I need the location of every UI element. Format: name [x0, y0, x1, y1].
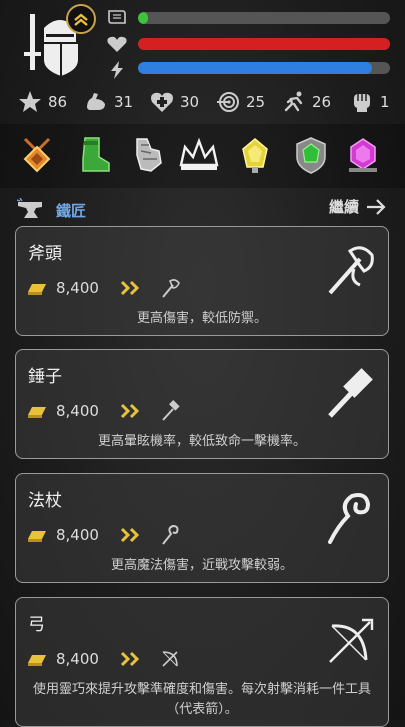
- continue-button[interactable]: 繼續: [329, 196, 387, 217]
- yellow-gem-slot[interactable]: [232, 132, 278, 178]
- item-card-staff[interactable]: 法杖 8,400 更高魔法傷害，近戰攻擊較弱。: [15, 473, 389, 583]
- strength-icon: [87, 93, 105, 110]
- gauntlet-icon: [136, 138, 162, 172]
- stat-value: 25: [246, 93, 266, 111]
- rank-badge-icon: [66, 4, 96, 34]
- agility-icon: [284, 91, 303, 112]
- stat-accuracy[interactable]: 25: [216, 90, 265, 114]
- upgrade-arrows-icon: [120, 527, 140, 543]
- blacksmith-section-header: 鐵匠 繼續: [0, 194, 405, 224]
- gauntlet-slot[interactable]: [124, 132, 170, 178]
- upgrade-arrows-icon: [120, 403, 140, 419]
- price-row: 8,400: [26, 277, 181, 299]
- gold-bar-icon: [28, 531, 46, 542]
- lightning-icon: [111, 61, 123, 79]
- anvil-icon: [16, 198, 42, 218]
- item-description: 更高暈眩機率，較低致命一擊機率。: [97, 434, 306, 449]
- mana-bar: [138, 62, 390, 74]
- small-axe-icon: [162, 279, 180, 298]
- price-row: 8,400: [26, 400, 181, 422]
- item-card-bow[interactable]: 弓 8,400 使用靈巧來提升攻擊準確度和傷害。每次射擊消耗一件工具（代表箭）。: [15, 597, 389, 727]
- amulet-slot[interactable]: [14, 132, 60, 178]
- scroll-icon: [108, 10, 126, 24]
- hammer-icon: [328, 368, 373, 418]
- item-name: 法杖: [28, 491, 62, 511]
- small-hammer-icon: [162, 400, 180, 421]
- target-icon: [217, 92, 239, 112]
- stat-fist[interactable]: 1: [350, 90, 390, 114]
- amulet-icon: [23, 137, 51, 173]
- health-bar: [138, 38, 390, 50]
- fist-icon: [354, 94, 370, 112]
- item-name: 斧頭: [28, 244, 62, 264]
- item-price: 8,400: [56, 402, 99, 420]
- item-card-hammer[interactable]: 錘子 8,400 更高暈眩機率，較低致命一擊機率。: [15, 349, 389, 459]
- upgrade-arrows-icon: [120, 280, 140, 296]
- boots-slot[interactable]: [70, 132, 116, 178]
- small-staff-icon: [162, 524, 179, 545]
- continue-label: 繼續: [328, 198, 359, 216]
- arrow-right-icon: [367, 198, 386, 215]
- yellow-gem-icon: [242, 138, 268, 173]
- stat-value: 1: [380, 93, 390, 111]
- stat-agility[interactable]: 26: [282, 90, 331, 114]
- item-name: 錘子: [28, 367, 62, 387]
- item-description: 更高傷害，較低防禦。: [136, 311, 267, 326]
- boots-icon: [82, 137, 110, 172]
- pink-gem-icon: [349, 138, 377, 172]
- stat-value: 86: [48, 93, 68, 111]
- green-gem-slot[interactable]: [288, 132, 334, 178]
- price-row: 8,400: [26, 648, 181, 670]
- stat-value: 31: [114, 93, 134, 111]
- crown-slot[interactable]: [176, 132, 222, 178]
- stat-value: 30: [180, 93, 200, 111]
- item-description: 更高魔法傷害，近戰攻擊較弱。: [110, 558, 293, 573]
- item-price: 8,400: [56, 279, 99, 297]
- equipment-row: [0, 124, 405, 188]
- small-bow-icon: [162, 651, 178, 667]
- green-gem-icon: [296, 137, 326, 174]
- experience-bar: [138, 12, 390, 24]
- stat-strength[interactable]: 31: [84, 90, 133, 114]
- stat-health[interactable]: 30: [150, 90, 199, 114]
- star-icon: [19, 91, 41, 112]
- axe-icon: [328, 246, 374, 295]
- price-row: 8,400: [26, 524, 181, 546]
- health-plus-icon: [151, 92, 173, 112]
- item-price: 8,400: [56, 526, 99, 544]
- section-title: 鐵匠: [56, 202, 87, 220]
- stat-star[interactable]: 86: [18, 90, 67, 114]
- crown-icon: [179, 137, 219, 170]
- item-description: 使用靈巧來提升攻擊準確度和傷害。每次射擊消耗一件工具（代表箭）。: [32, 682, 371, 717]
- gold-bar-icon: [28, 655, 46, 666]
- item-price: 8,400: [56, 650, 99, 668]
- character-header: [0, 0, 405, 88]
- staff-icon: [328, 493, 371, 544]
- stats-row: 86 31 30 25 26 1: [0, 90, 405, 120]
- heart-icon: [107, 36, 127, 52]
- gold-bar-icon: [28, 407, 46, 418]
- pink-gem-slot[interactable]: [340, 132, 386, 178]
- gold-bar-icon: [28, 284, 46, 295]
- item-card-axe[interactable]: 斧頭 8,400 更高傷害，較低防禦。: [15, 226, 389, 336]
- stat-value: 26: [312, 93, 332, 111]
- bow-icon: [329, 618, 374, 663]
- item-name: 弓: [28, 615, 45, 635]
- upgrade-arrows-icon: [120, 651, 140, 667]
